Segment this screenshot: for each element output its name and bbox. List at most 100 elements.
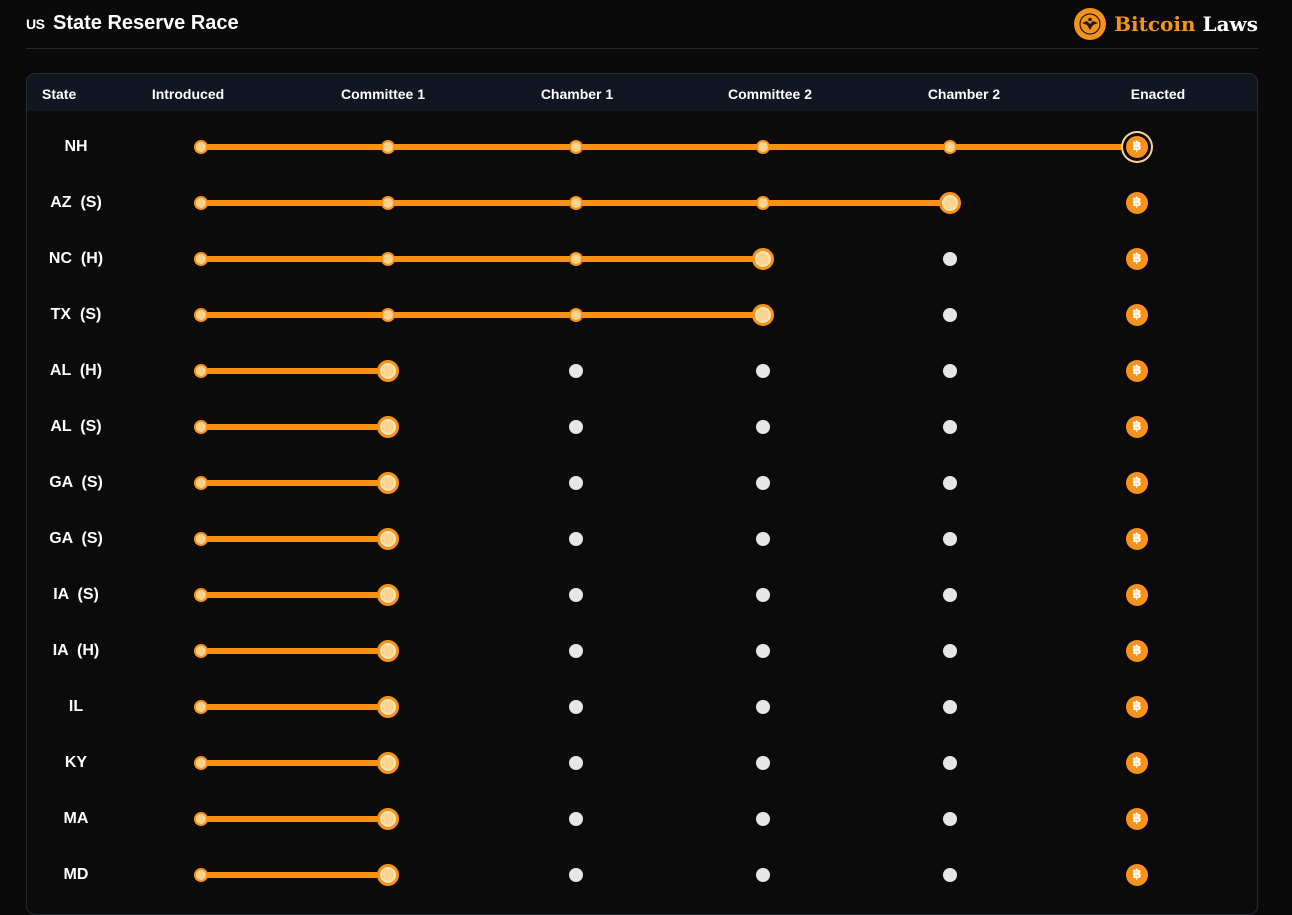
stage-marker-introduced-done[interactable]: [194, 532, 208, 546]
stage-marker-committee-1-current[interactable]: [377, 864, 399, 886]
stage-marker-chamber-1-pending[interactable]: [569, 868, 583, 882]
stage-marker-chamber-2-pending[interactable]: [943, 252, 957, 266]
stage-marker-introduced-done[interactable]: [194, 196, 208, 210]
table-row[interactable]: NH ฿: [27, 119, 1257, 175]
stage-marker-chamber-2-pending[interactable]: [943, 644, 957, 658]
stage-marker-chamber-1-pending[interactable]: [569, 420, 583, 434]
stage-marker-introduced-done[interactable]: [194, 588, 208, 602]
stage-marker-committee-2-pending[interactable]: [756, 812, 770, 826]
stage-marker-committee-1-current[interactable]: [377, 640, 399, 662]
bitcoin-coin-icon[interactable]: ฿: [1126, 192, 1148, 214]
state-label: NH: [64, 138, 88, 155]
stage-marker-committee-1-current[interactable]: [377, 752, 399, 774]
brand-logo[interactable]: Bitcoin Laws: [1074, 8, 1258, 40]
table-row[interactable]: KY ฿: [27, 735, 1257, 791]
bitcoin-coin-icon[interactable]: ฿: [1126, 304, 1148, 326]
bitcoin-coin-icon[interactable]: ฿: [1126, 864, 1148, 886]
bitcoin-coin-icon[interactable]: ฿: [1126, 248, 1148, 270]
stage-marker-chamber-1-done[interactable]: [569, 196, 583, 210]
table-row[interactable]: GA (S) ฿: [27, 511, 1257, 567]
stage-marker-committee-2-pending[interactable]: [756, 868, 770, 882]
table-row[interactable]: IL ฿: [27, 679, 1257, 735]
stage-marker-chamber-2-pending[interactable]: [943, 364, 957, 378]
stage-marker-chamber-2-current[interactable]: [939, 192, 961, 214]
stage-marker-chamber-1-pending[interactable]: [569, 532, 583, 546]
stage-marker-committee-2-done[interactable]: [756, 196, 770, 210]
stage-marker-chamber-1-pending[interactable]: [569, 700, 583, 714]
stage-marker-committee-2-pending[interactable]: [756, 756, 770, 770]
stage-marker-chamber-2-pending[interactable]: [943, 812, 957, 826]
stage-marker-chamber-2-pending[interactable]: [943, 308, 957, 322]
stage-marker-chamber-2-pending[interactable]: [943, 756, 957, 770]
table-row[interactable]: AL (H) ฿: [27, 343, 1257, 399]
stage-marker-committee-1-done[interactable]: [381, 252, 395, 266]
bitcoin-coin-icon[interactable]: ฿: [1126, 640, 1148, 662]
stage-marker-introduced-done[interactable]: [194, 700, 208, 714]
stage-marker-chamber-2-pending[interactable]: [943, 588, 957, 602]
stage-marker-committee-1-done[interactable]: [381, 308, 395, 322]
stage-marker-chamber-1-pending[interactable]: [569, 756, 583, 770]
stage-marker-chamber-2-done[interactable]: [943, 140, 957, 154]
table-row[interactable]: AZ (S) ฿: [27, 175, 1257, 231]
table-row[interactable]: IA (H) ฿: [27, 623, 1257, 679]
stage-marker-introduced-done[interactable]: [194, 140, 208, 154]
table-row[interactable]: NC (H) ฿: [27, 231, 1257, 287]
stage-marker-committee-2-pending[interactable]: [756, 644, 770, 658]
stage-marker-chamber-1-done[interactable]: [569, 252, 583, 266]
stage-marker-committee-2-pending[interactable]: [756, 588, 770, 602]
stage-marker-committee-1-current[interactable]: [377, 528, 399, 550]
stage-marker-introduced-done[interactable]: [194, 812, 208, 826]
stage-marker-chamber-1-pending[interactable]: [569, 476, 583, 490]
stage-marker-chamber-2-pending[interactable]: [943, 700, 957, 714]
table-row[interactable]: TX (S) ฿: [27, 287, 1257, 343]
stage-marker-introduced-done[interactable]: [194, 868, 208, 882]
stage-marker-committee-1-current[interactable]: [377, 584, 399, 606]
table-row[interactable]: GA (S) ฿: [27, 455, 1257, 511]
stage-marker-committee-2-pending[interactable]: [756, 532, 770, 546]
stage-marker-committee-1-current[interactable]: [377, 472, 399, 494]
stage-marker-introduced-done[interactable]: [194, 420, 208, 434]
table-row[interactable]: AL (S) ฿: [27, 399, 1257, 455]
stage-marker-committee-2-pending[interactable]: [756, 420, 770, 434]
stage-marker-committee-2-pending[interactable]: [756, 476, 770, 490]
table-row[interactable]: MD ฿: [27, 847, 1257, 903]
bitcoin-coin-icon[interactable]: ฿: [1126, 136, 1148, 158]
bitcoin-coin-icon[interactable]: ฿: [1126, 416, 1148, 438]
stage-marker-introduced-done[interactable]: [194, 644, 208, 658]
stage-marker-chamber-2-pending[interactable]: [943, 476, 957, 490]
stage-marker-chamber-1-pending[interactable]: [569, 812, 583, 826]
bitcoin-coin-icon[interactable]: ฿: [1126, 360, 1148, 382]
stage-marker-committee-2-pending[interactable]: [756, 364, 770, 378]
stage-marker-committee-1-done[interactable]: [381, 140, 395, 154]
bitcoin-coin-icon[interactable]: ฿: [1126, 696, 1148, 718]
bitcoin-coin-icon[interactable]: ฿: [1126, 528, 1148, 550]
bitcoin-coin-icon[interactable]: ฿: [1126, 584, 1148, 606]
bitcoin-coin-icon[interactable]: ฿: [1126, 472, 1148, 494]
stage-marker-committee-1-current[interactable]: [377, 696, 399, 718]
stage-marker-introduced-done[interactable]: [194, 252, 208, 266]
stage-marker-chamber-1-pending[interactable]: [569, 644, 583, 658]
stage-marker-committee-1-current[interactable]: [377, 416, 399, 438]
stage-marker-chamber-2-pending[interactable]: [943, 868, 957, 882]
stage-marker-chamber-1-pending[interactable]: [569, 364, 583, 378]
stage-marker-chamber-2-pending[interactable]: [943, 420, 957, 434]
stage-marker-introduced-done[interactable]: [194, 364, 208, 378]
table-row[interactable]: MA ฿: [27, 791, 1257, 847]
stage-marker-committee-2-current[interactable]: [752, 304, 774, 326]
stage-marker-committee-1-done[interactable]: [381, 196, 395, 210]
stage-marker-chamber-1-done[interactable]: [569, 140, 583, 154]
table-row[interactable]: IA (S) ฿: [27, 567, 1257, 623]
stage-marker-introduced-done[interactable]: [194, 476, 208, 490]
stage-marker-committee-1-current[interactable]: [377, 360, 399, 382]
stage-marker-introduced-done[interactable]: [194, 308, 208, 322]
bitcoin-coin-icon[interactable]: ฿: [1126, 752, 1148, 774]
bitcoin-coin-icon[interactable]: ฿: [1126, 808, 1148, 830]
stage-marker-chamber-2-pending[interactable]: [943, 532, 957, 546]
stage-marker-committee-2-pending[interactable]: [756, 700, 770, 714]
stage-marker-chamber-1-pending[interactable]: [569, 588, 583, 602]
stage-marker-chamber-1-done[interactable]: [569, 308, 583, 322]
stage-marker-committee-1-current[interactable]: [377, 808, 399, 830]
stage-marker-committee-2-done[interactable]: [756, 140, 770, 154]
stage-marker-committee-2-current[interactable]: [752, 248, 774, 270]
stage-marker-introduced-done[interactable]: [194, 756, 208, 770]
